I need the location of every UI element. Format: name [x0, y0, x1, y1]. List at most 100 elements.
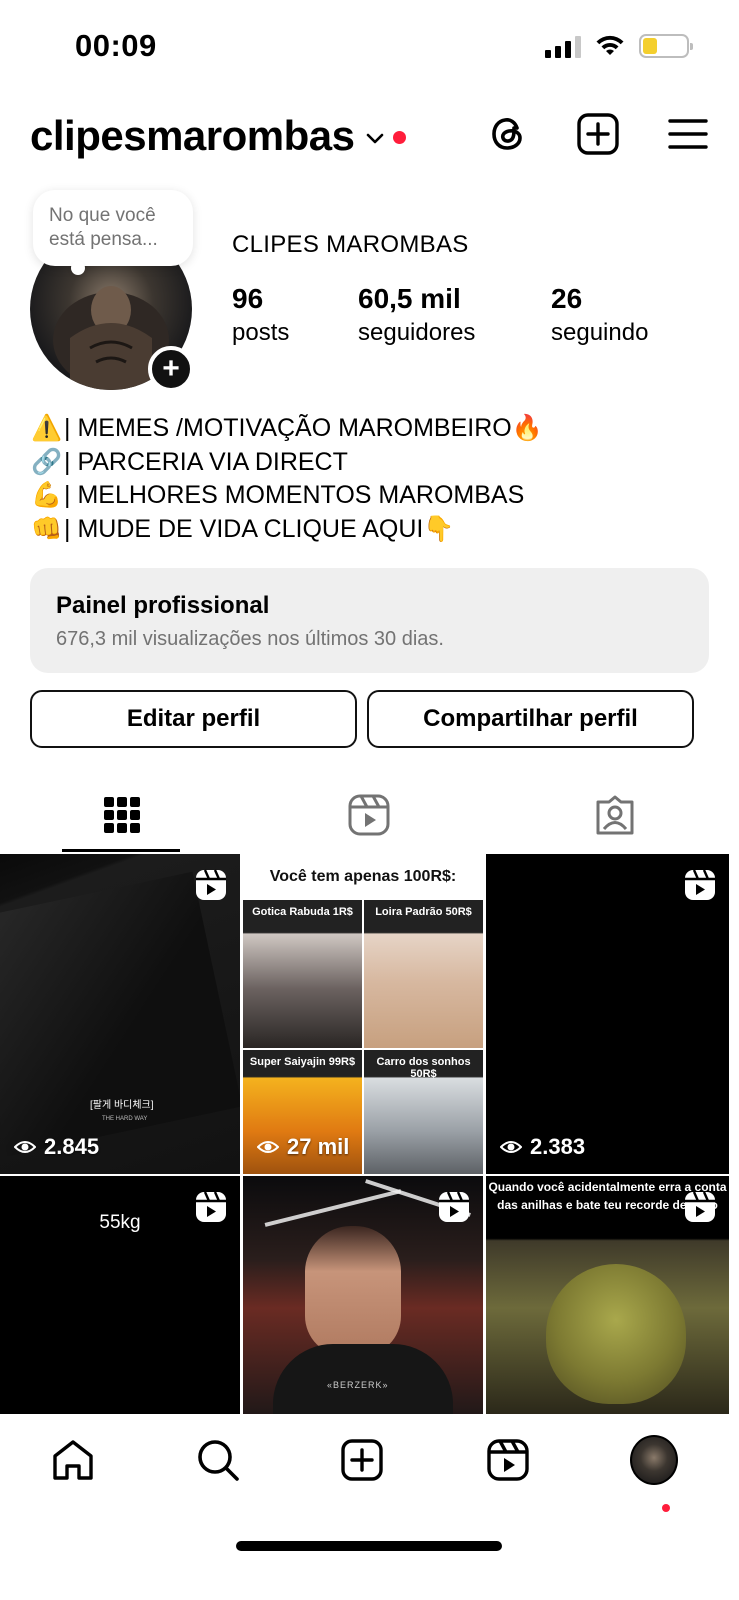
- notification-dot: [392, 130, 406, 144]
- dashboard-title: Painel profissional: [56, 592, 270, 619]
- reel-badge-icon: [196, 869, 226, 900]
- bio-text: | MUDE DE VIDA CLIQUE AQUI: [64, 514, 424, 543]
- home-indicator: [236, 1541, 502, 1551]
- bio-text: | MELHORES MOMENTOS MAROMBAS: [64, 481, 525, 509]
- hamburger-menu-icon: [668, 119, 708, 149]
- post-thumbnail[interactable]: Quando você acidentalmente erra a conta …: [486, 1176, 729, 1416]
- tile-label: Carro dos sonhos 50R$: [376, 1056, 471, 1080]
- reels-icon: [487, 1439, 529, 1481]
- header-actions: [486, 112, 710, 156]
- cellular-signal-icon: [545, 34, 581, 58]
- stat-posts[interactable]: 96 posts: [232, 283, 289, 347]
- avatar: [630, 1435, 678, 1485]
- post-caption: [팔게 바디체크]: [90, 1100, 154, 1111]
- bio-line: 🔗 | PARCERIA VIA DIRECT: [30, 446, 543, 480]
- notification-dot: [662, 1504, 670, 1512]
- bio: ⚠️ | MEMES /MOTIVAÇÃO MAROMBEIRO 🔥 🔗 | PAR…: [30, 412, 543, 547]
- post-brand: THE HARD WAY: [102, 1116, 148, 1122]
- shirt-print: «BERZERK»: [327, 1380, 389, 1390]
- post-thumbnail[interactable]: Você tem apenas 100R$: Gotica Rabuda 1R$…: [243, 854, 483, 1174]
- home-icon: [53, 1440, 93, 1480]
- status-time: 00:09: [75, 28, 157, 63]
- stat-value: 96: [232, 283, 264, 314]
- eye-icon: [257, 1141, 279, 1153]
- reel-badge-icon: [196, 1191, 226, 1222]
- grid-icon: [104, 797, 140, 833]
- view-count-value: 27 mil: [287, 1134, 350, 1159]
- fire-icon: 🔥: [511, 414, 543, 442]
- view-count: 2.383: [500, 1134, 585, 1160]
- view-count-value: 2.845: [44, 1134, 100, 1159]
- link-icon: 🔗: [31, 447, 63, 476]
- view-count: 27 mil: [257, 1134, 349, 1160]
- battery-icon: [639, 34, 693, 58]
- bio-text: | PARCERIA VIA DIRECT: [64, 447, 348, 476]
- view-count-value: 2.383: [530, 1134, 586, 1159]
- wifi-icon: [596, 35, 624, 55]
- tab-posts-grid[interactable]: [97, 790, 147, 840]
- reel-badge-icon: [685, 1191, 715, 1222]
- stat-label: seguindo: [551, 319, 649, 346]
- post-tile: Carro dos sonhos 50R$: [364, 1050, 483, 1174]
- flexed-biceps-icon: 💪: [31, 481, 63, 509]
- dashboard-subtitle: 676,3 mil visualizações nos últimos 30 d…: [56, 628, 444, 650]
- professional-dashboard[interactable]: Painel profissional 676,3 mil visualizaç…: [30, 568, 709, 673]
- post-headline: Você tem apenas 100R$:: [269, 868, 457, 885]
- bio-text: | MEMES /MOTIVAÇÃO MAROMBEIRO: [64, 414, 512, 442]
- post-tile: Loira Padrão 50R$: [364, 900, 483, 1048]
- username[interactable]: clipesmarombas: [30, 112, 355, 160]
- note-bubble[interactable]: No que você está pensa...: [33, 190, 193, 275]
- tab-tagged[interactable]: [590, 790, 640, 840]
- status-icons: [545, 34, 693, 58]
- threads-icon: [492, 118, 522, 150]
- create-post-button[interactable]: [576, 112, 620, 156]
- pointing-down-icon: 👇: [423, 514, 455, 543]
- tagged-user-icon: [596, 795, 634, 835]
- stat-value: 60,5 mil: [358, 283, 461, 314]
- post-thumbnail[interactable]: [팔게 바디체크] THE HARD WAY 2.845: [0, 854, 240, 1174]
- add-story-button[interactable]: +: [148, 346, 194, 392]
- nav-create[interactable]: [338, 1436, 386, 1484]
- bio-line: ⚠️ | MEMES /MOTIVAÇÃO MAROMBEIRO 🔥: [30, 412, 543, 446]
- fist-icon: 👊: [31, 514, 63, 543]
- post-thumbnail[interactable]: «BERZERK»: [243, 1176, 483, 1416]
- display-name: CLIPES MAROMBAS: [232, 231, 469, 258]
- tab-reels[interactable]: [344, 790, 394, 840]
- stat-value: 26: [551, 283, 583, 314]
- nav-home[interactable]: [49, 1436, 97, 1484]
- chevron-down-icon[interactable]: [365, 132, 385, 146]
- bio-line[interactable]: 👊 | MUDE DE VIDA CLIQUE AQUI 👇: [30, 513, 543, 547]
- post-thumbnail[interactable]: 2.383: [486, 854, 729, 1174]
- reels-icon: [348, 794, 390, 836]
- threads-button[interactable]: [486, 112, 530, 156]
- share-profile-button[interactable]: Compartilhar perfil: [367, 690, 694, 748]
- tile-label: Loira Padrão 50R$: [375, 906, 472, 918]
- plus-square-icon: [341, 1439, 383, 1481]
- plus-square-icon: [577, 113, 619, 155]
- profile-tabs: [0, 780, 739, 854]
- bottom-nav: [0, 1414, 739, 1600]
- stat-label: posts: [232, 319, 290, 346]
- bio-line: 💪 | MELHORES MOMENTOS MAROMBAS: [30, 479, 543, 513]
- nav-profile[interactable]: [630, 1435, 678, 1485]
- posts-grid: [팔게 바디체크] THE HARD WAY 2.845 Você tem ap…: [0, 854, 739, 1416]
- tile-label: Gotica Rabuda 1R$: [252, 906, 353, 918]
- profile-header: clipesmarombas: [30, 108, 710, 164]
- post-tile: Gotica Rabuda 1R$: [243, 900, 362, 1048]
- stat-label: seguidores: [358, 319, 476, 346]
- post-thumbnail[interactable]: 55kg: [0, 1176, 240, 1416]
- tile-label: Super Saiyajin 99R$: [249, 1056, 356, 1068]
- search-icon: [198, 1440, 239, 1481]
- active-tab-indicator: [62, 849, 180, 852]
- reel-badge-icon: [439, 1191, 469, 1222]
- reel-badge-icon: [685, 869, 715, 900]
- stat-following[interactable]: 26 seguindo: [551, 283, 648, 347]
- stat-followers[interactable]: 60,5 mil seguidores: [358, 283, 475, 347]
- status-bar: 00:09: [0, 0, 739, 96]
- nav-search[interactable]: [194, 1436, 242, 1484]
- warning-icon: ⚠️: [31, 414, 63, 442]
- nav-reels[interactable]: [484, 1436, 532, 1484]
- edit-profile-button[interactable]: Editar perfil: [30, 690, 357, 748]
- menu-button[interactable]: [666, 112, 710, 156]
- view-count: 2.845: [14, 1134, 99, 1160]
